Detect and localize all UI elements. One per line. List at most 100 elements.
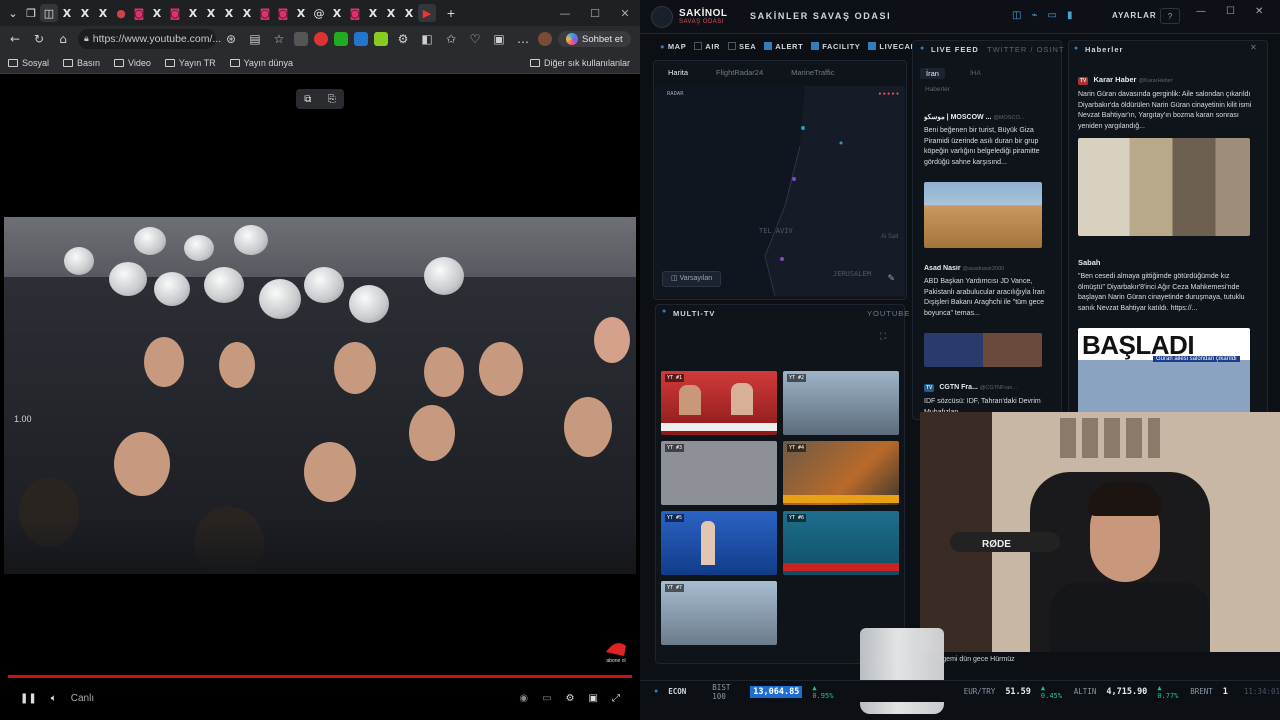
feed-tab-iha[interactable]: İHA [970,70,981,77]
tab-x[interactable]: X [220,4,238,22]
news-item[interactable]: TV Karar Haber @KararHaber Narin Güran d… [1078,75,1254,236]
maximize-icon[interactable]: ☐ [580,7,610,20]
close-icon[interactable]: ✕ [610,7,640,20]
tab-site-icon[interactable]: ● [112,4,130,22]
tv-slot[interactable]: YT #5 [661,511,777,575]
tab-x[interactable]: X [400,4,418,22]
favorite-star-icon[interactable]: ☆ [270,32,288,46]
bookmark-folder[interactable]: Basın [63,58,100,68]
tv-slot[interactable]: YT #4 [783,441,899,505]
rss-icon[interactable]: ⌁ [1031,10,1037,21]
home-icon[interactable]: ⌂ [54,32,72,46]
picture-in-picture-icon[interactable]: ⧉ [304,94,311,105]
extension-icon[interactable] [374,32,388,46]
tab-x[interactable]: X [364,4,382,22]
miniplayer-icon[interactable]: ▣ [589,693,598,704]
tv-slot[interactable]: YT #2 [783,371,899,435]
tv-icon[interactable]: ▭ [1047,10,1056,21]
minimize-icon[interactable]: — [550,7,580,20]
feed-tab-iran[interactable]: İran [920,68,945,79]
tab-instagram-icon[interactable]: ◙ [130,4,148,22]
default-view-button[interactable]: ◫ Varsayılan [662,271,722,287]
tab-x[interactable]: X [184,4,202,22]
layer-toggle-livecam[interactable]: LIVECAM [868,42,917,51]
help-button[interactable]: ? [1160,8,1180,24]
tab-instagram-icon[interactable]: ◙ [274,4,292,22]
tab-x[interactable]: X [328,4,346,22]
fullscreen-icon[interactable]: ⤢ [612,693,620,704]
tab-youtube-icon[interactable]: ▶ [418,4,436,22]
layer-toggle-facility[interactable]: FACILITY [811,42,860,51]
tv-slot[interactable]: YT #7 [661,581,777,645]
layer-toggle-alert[interactable]: ALERT [764,42,803,51]
url-field[interactable]: 🔒︎ https://www.youtube.com/... [78,29,221,49]
tab-x[interactable]: X [292,4,310,22]
bookmark-folder[interactable]: Yayın TR [164,58,216,68]
tab-x[interactable]: X [76,4,94,22]
extensions-icon[interactable]: ⚙ [394,32,412,46]
feed-item[interactable]: موسكو | MOSCOW ... @MOSCO... Beni beğene… [924,113,1048,248]
tab-x[interactable]: X [202,4,220,22]
collections-icon[interactable]: ▣ [490,32,508,46]
copilot-chat-button[interactable]: Sohbet et [558,31,631,47]
tab-x[interactable]: X [382,4,400,22]
expand-icon[interactable]: ⛶ [880,332,886,342]
subtitles-icon[interactable]: ▭ [542,693,551,704]
layer-toggle-map[interactable]: ● MAP [660,42,686,51]
translate-icon[interactable]: ⊛ [222,32,240,46]
live-label[interactable]: Canlı [71,693,94,704]
tv-slot[interactable]: YT #3 [661,441,777,505]
tab-threads-icon[interactable]: @ [310,4,328,22]
bookmark-folder[interactable]: Sosyal [8,58,49,68]
extension-icon[interactable] [314,32,328,46]
tab-x[interactable]: X [58,4,76,22]
tab-instagram-icon[interactable]: ◙ [166,4,184,22]
workspaces-icon[interactable]: ❐ [22,4,40,22]
layer-toggle-sea[interactable]: SEA [728,42,756,51]
close-news-icon[interactable]: ✕ [1250,43,1257,52]
map-icon[interactable]: ◫ [1012,10,1021,21]
tab-x[interactable]: X [238,4,256,22]
tv-slot[interactable]: YT #6 [783,511,899,575]
favorites-icon[interactable]: ✩ [442,32,460,46]
extension-icon[interactable] [334,32,348,46]
feed-tab-haberler[interactable]: Haberler [925,86,950,93]
map-view[interactable]: RADAR TEL AVIV JERUSALEM Al Salt ● ● ● ●… [655,86,905,296]
chart-icon[interactable]: ▮ [1067,10,1073,21]
bookmark-folder[interactable]: Video [114,58,151,68]
tab-x[interactable]: X [94,4,112,22]
settings-button[interactable]: AYARLAR [1112,11,1157,20]
maximize-icon[interactable]: ☐ [1226,6,1235,17]
reader-icon[interactable]: ▤ [246,32,264,46]
tab-marinetraffic[interactable]: MarineTraffic [791,68,834,77]
new-tab-button[interactable]: + [442,4,460,22]
tab-instagram-icon[interactable]: ◙ [256,4,274,22]
refresh-icon[interactable]: ↻ [30,32,48,46]
edit-icon[interactable]: ✎ [887,274,895,284]
browser-essentials-icon[interactable]: ♡ [466,32,484,46]
back-icon[interactable]: ← [6,32,24,46]
tab-instagram-icon[interactable]: ◙ [346,4,364,22]
tab-flightradar[interactable]: FlightRadar24 [716,68,763,77]
other-bookmarks-folder[interactable]: Diğer sık kullanılanlar [529,58,630,68]
tab-active-icon[interactable]: ◫ [40,4,58,22]
layer-toggle-air[interactable]: AIR [694,42,720,51]
news-item[interactable]: Sabah "Ben cesedi almaya gittiğimde götü… [1078,258,1254,420]
tab-x[interactable]: X [148,4,166,22]
tv-slot[interactable]: YT #1 [661,371,777,435]
bookmark-folder[interactable]: Yayın dünya [229,58,293,68]
split-screen-icon[interactable]: ◧ [418,32,436,46]
more-icon[interactable]: … [514,32,532,46]
minimize-icon[interactable]: — [1196,6,1206,17]
tab-harita[interactable]: Harita [668,68,688,77]
pause-icon[interactable]: ❚❚ [20,693,37,704]
extension-icon[interactable] [354,32,368,46]
profile-avatar[interactable] [538,32,552,46]
tab-actions-icon[interactable]: ⌄ [4,4,22,22]
feed-item[interactable]: Asad Nasir @asadnasir2000 ABD Başkan Yar… [924,265,1048,367]
close-icon[interactable]: ✕ [1255,6,1263,17]
video-frame[interactable] [4,217,636,574]
extension-icon[interactable] [294,32,308,46]
mute-icon[interactable]: 🔈︎ [51,693,57,704]
copy-icon[interactable]: ⎘ [328,94,336,105]
